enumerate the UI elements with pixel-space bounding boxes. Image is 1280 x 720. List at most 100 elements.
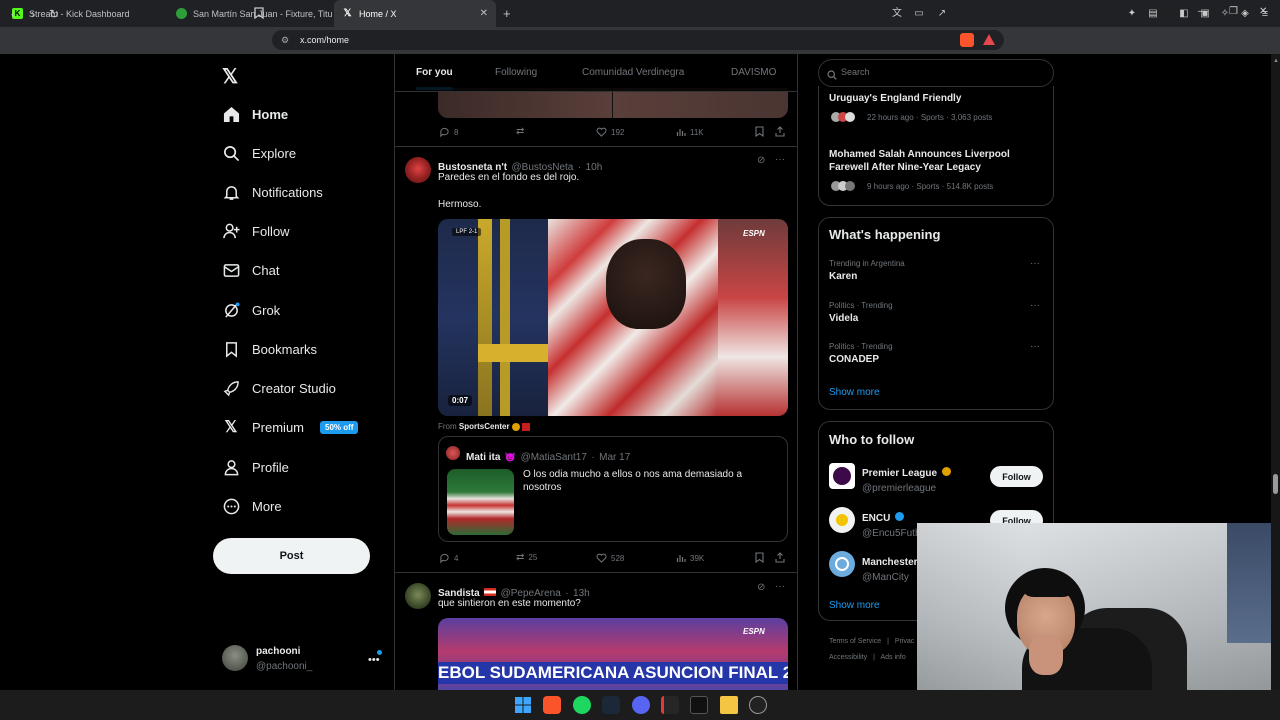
encu-avatar[interactable] bbox=[829, 507, 855, 533]
grok-analyze-icon[interactable]: ⊘ bbox=[757, 582, 765, 593]
extensions-icon[interactable]: ✦ bbox=[1125, 7, 1139, 21]
site-info-icon[interactable]: ⚙ bbox=[281, 35, 289, 46]
sidebar-toggle-icon[interactable]: ◧ bbox=[1177, 7, 1191, 21]
author-avatar[interactable] bbox=[405, 157, 431, 183]
x-logo-icon[interactable]: 𝕏 bbox=[222, 64, 238, 89]
capcut-icon[interactable] bbox=[661, 696, 679, 714]
obs-icon[interactable] bbox=[749, 696, 767, 714]
news-headline[interactable]: Uruguay's England Friendly bbox=[829, 93, 1044, 104]
mancity-avatar[interactable] bbox=[829, 551, 855, 577]
news-headline[interactable]: Mohamed Salah Announces Liverpool Farewe… bbox=[829, 148, 1044, 174]
reply-icon bbox=[440, 127, 449, 138]
tab-davismo[interactable]: DAVISMO bbox=[731, 67, 776, 78]
nav-profile[interactable]: Profile bbox=[222, 454, 289, 480]
steam-icon[interactable] bbox=[602, 696, 620, 714]
footer-link-privacy[interactable]: Privac bbox=[895, 638, 914, 645]
windows-start-icon[interactable] bbox=[514, 696, 532, 714]
tab-for-you[interactable]: For you bbox=[416, 67, 453, 78]
repost-icon[interactable]: ⇄ bbox=[516, 126, 524, 137]
address-bar[interactable] bbox=[272, 30, 1004, 50]
trend-more-icon[interactable]: ··· bbox=[1030, 300, 1040, 311]
previous-post-image[interactable] bbox=[438, 88, 788, 118]
repost-button[interactable]: ⇄ 25 bbox=[516, 552, 537, 563]
trend-more-icon[interactable]: ··· bbox=[1030, 258, 1040, 269]
cast-icon[interactable]: ▭ bbox=[912, 7, 926, 21]
translate-icon[interactable]: 文 bbox=[890, 7, 904, 21]
vpn-icon[interactable]: ◈ bbox=[1238, 7, 1252, 21]
nav-bookmarks[interactable]: Bookmarks bbox=[222, 336, 317, 362]
scrollbar-thumb[interactable] bbox=[1273, 474, 1278, 494]
menu-icon[interactable]: ≡ bbox=[1258, 7, 1272, 21]
like-count: 192 bbox=[611, 127, 625, 137]
back-icon[interactable]: ‹ bbox=[6, 7, 20, 21]
nav-more[interactable]: More bbox=[222, 493, 282, 519]
bookmark-page-icon[interactable] bbox=[252, 7, 266, 21]
bookmark-icon[interactable] bbox=[755, 552, 764, 563]
trend-more-icon[interactable]: ··· bbox=[1030, 341, 1040, 352]
premier-league-avatar[interactable] bbox=[829, 463, 855, 489]
video-banner: EBOL SUDAMERICANA ASUNCION FINAL 202 bbox=[438, 662, 788, 684]
nav-explore[interactable]: Explore bbox=[222, 140, 296, 166]
share-icon[interactable]: ↗ bbox=[935, 7, 949, 21]
wallet-icon[interactable]: ▣ bbox=[1198, 7, 1212, 21]
views-button[interactable]: 39K bbox=[676, 553, 704, 563]
like-button[interactable]: 192 bbox=[596, 127, 624, 137]
nav-notifications[interactable]: Notifications bbox=[222, 179, 323, 205]
grok-analyze-icon[interactable]: ⊘ bbox=[757, 155, 765, 166]
scroll-up-icon[interactable]: ▲ bbox=[1273, 58, 1279, 64]
show-more-link[interactable]: Show more bbox=[829, 387, 880, 398]
source-name[interactable]: SportsCenter bbox=[459, 422, 510, 431]
post-more-icon[interactable]: ··· bbox=[775, 154, 785, 165]
nav-home[interactable]: Home bbox=[222, 101, 288, 127]
news-avatars bbox=[831, 111, 861, 123]
nav-premium[interactable]: 𝕏 Premium 50% off bbox=[222, 414, 359, 440]
browser-tab-x[interactable]: 𝕏 Home / X ✕ bbox=[334, 0, 496, 27]
nav-chat[interactable]: Chat bbox=[222, 257, 279, 283]
bookmark-icon[interactable] bbox=[755, 126, 764, 137]
account-menu-icon[interactable]: ••• bbox=[368, 654, 380, 666]
post-more-icon[interactable]: ··· bbox=[775, 581, 785, 592]
tab-comunidad-verdinegra[interactable]: Comunidad Verdinegra bbox=[582, 67, 684, 78]
brave-shield-icon[interactable] bbox=[960, 33, 974, 47]
nav-creator-studio[interactable]: Creator Studio bbox=[222, 375, 336, 401]
share-icon[interactable] bbox=[775, 126, 785, 137]
brave-browser-icon[interactable] bbox=[543, 696, 561, 714]
account-avatar[interactable] bbox=[222, 645, 248, 671]
reply-button[interactable]: 4 bbox=[439, 553, 458, 564]
spotify-icon[interactable] bbox=[573, 696, 591, 714]
post-button[interactable]: Post bbox=[213, 538, 370, 574]
new-tab-icon[interactable]: + bbox=[503, 6, 511, 21]
follow-button[interactable]: Follow bbox=[990, 466, 1043, 487]
page-scrollbar[interactable] bbox=[1271, 54, 1280, 690]
reload-icon[interactable]: ↻ bbox=[47, 7, 61, 21]
trend-name[interactable]: CONADEP bbox=[829, 354, 879, 365]
post-time[interactable]: 10h bbox=[586, 162, 603, 173]
like-button[interactable]: 528 bbox=[596, 553, 624, 563]
reply-button[interactable]: 8 bbox=[439, 127, 458, 138]
leo-ai-icon[interactable]: ✧ bbox=[1218, 7, 1232, 21]
trend-name[interactable]: Videla bbox=[829, 313, 858, 324]
views-button[interactable]: 11K bbox=[676, 127, 704, 137]
close-tab-icon[interactable]: ✕ bbox=[480, 8, 488, 19]
tab-search-icon[interactable]: ▤ bbox=[1146, 7, 1160, 21]
tab-following[interactable]: Following bbox=[495, 67, 537, 78]
author-avatar[interactable] bbox=[405, 583, 431, 609]
footer-link-ads[interactable]: Ads info bbox=[880, 654, 905, 661]
quote-date: Mar 17 bbox=[599, 452, 631, 463]
file-explorer-icon[interactable] bbox=[720, 696, 738, 714]
footer-link-accessibility[interactable]: Accessibility bbox=[829, 654, 867, 661]
post-video[interactable]: LPF 2-1 ESPN 0:07 bbox=[438, 219, 788, 416]
quote-image bbox=[447, 469, 514, 535]
nav-follow[interactable]: Follow bbox=[222, 218, 290, 244]
footer-link-terms[interactable]: Terms of Service bbox=[829, 638, 881, 645]
share-icon[interactable] bbox=[775, 552, 785, 563]
forward-icon[interactable]: › bbox=[26, 7, 40, 21]
browser-tab-sanmartin[interactable]: San Martín San Juan - Fixture, Titulos bbox=[168, 0, 332, 27]
trend-name[interactable]: Karen bbox=[829, 271, 857, 282]
epic-games-icon[interactable] bbox=[690, 696, 708, 714]
discord-icon[interactable] bbox=[632, 696, 650, 714]
brave-rewards-icon[interactable] bbox=[983, 34, 995, 45]
nav-grok[interactable]: Grok bbox=[222, 297, 280, 323]
quoted-post[interactable]: Mati ita 👿 @MatiaSant17 · Mar 17 O los o… bbox=[438, 436, 788, 542]
show-more-link[interactable]: Show more bbox=[829, 600, 880, 611]
